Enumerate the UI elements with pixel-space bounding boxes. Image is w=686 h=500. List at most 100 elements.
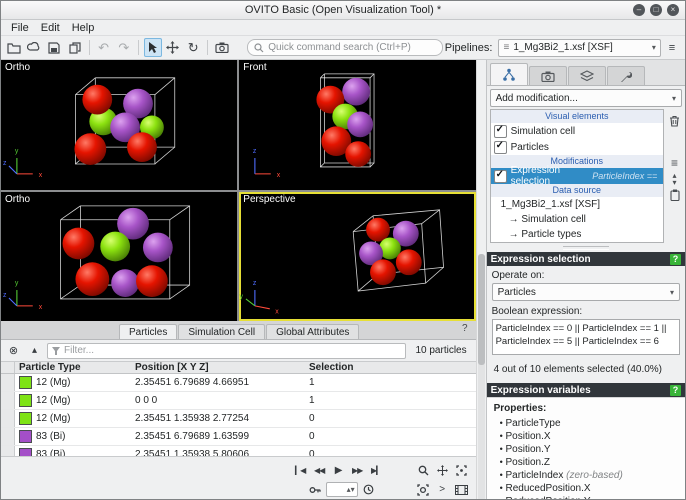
undo-button[interactable]: ↶ [95,38,113,57]
tab-global-attributes[interactable]: Global Attributes [266,324,359,339]
add-modification-dropdown[interactable]: Add modification... ▾ [490,89,682,107]
filter-placeholder: Filter... [64,345,94,356]
viewport-label[interactable]: Ortho [5,194,30,205]
animation-settings-button[interactable] [360,482,377,497]
help-button[interactable]: ? [670,254,681,265]
viewport-perspective[interactable]: Perspective xzy [239,192,475,322]
open-file-button[interactable] [5,38,23,57]
inspector-help-button[interactable]: ? [462,323,468,334]
column-particle-type[interactable]: Particle Type [15,362,131,373]
visibility-checkbox[interactable] [494,141,507,154]
visibility-checkbox[interactable] [494,170,507,183]
table-row[interactable]: 12 (Mg)2.35451 6.79689 4.669511 [1,374,476,392]
pipeline-menu-button[interactable]: ≡ [663,38,681,57]
clear-filter-icon[interactable]: ⊗ [5,343,22,358]
viewport-front[interactable]: Front xz [239,60,475,190]
panel-splitter[interactable] [487,243,685,252]
column-settings-icon[interactable]: ▴ [26,343,43,358]
copy-to-clipboard-button[interactable] [666,187,683,203]
jump-start-button[interactable]: ▎◀ [292,463,309,478]
frame-spinbox[interactable]: ▴▾ [326,482,358,497]
pipelines-label: Pipelines: [445,42,497,54]
select-mode-button[interactable] [144,38,162,57]
visibility-checkbox[interactable] [494,125,507,138]
rotate-mode-button[interactable]: ↻ [184,38,202,57]
move-modifier-button[interactable]: ▴▾ [666,171,683,187]
expression-selection-header[interactable]: Expression selection ? [487,252,685,266]
viewport-canvas[interactable]: xyz [1,60,237,190]
svg-text:z: z [253,148,257,155]
play-button[interactable]: ▶ [330,463,347,478]
menu-edit[interactable]: Edit [35,22,66,34]
tab-simulation-cell[interactable]: Simulation Cell [178,324,265,339]
import-remote-button[interactable] [25,38,43,57]
pipeline-selector[interactable]: ≡ 1_Mg3Bi2_1.xsf [XSF] ▾ [498,39,660,57]
clipboard-icon [670,189,680,201]
command-search-input[interactable]: Quick command search (Ctrl+P) [247,39,442,56]
column-selection[interactable]: Selection [305,362,476,373]
zoom-tool-button[interactable] [415,463,432,478]
viewport-snapshot-button[interactable] [213,38,231,57]
expression-editor[interactable]: ParticleIndex == 0 || ParticleIndex == 1… [492,319,680,355]
menu-help[interactable]: Help [66,22,101,34]
viewport-label[interactable]: Ortho [5,62,30,73]
tab-particles[interactable]: Particles [119,324,177,339]
viewport-label[interactable]: Perspective [243,194,295,205]
table-row[interactable]: 83 (Bi)2.35451 1.35938 5.806060 [1,446,476,456]
playback-controls: ▎◀ ◀◀ ▶ ▶▶ ▶▎ [292,463,385,478]
tab-utilities[interactable] [607,66,645,85]
step-back-button[interactable]: ◀◀ [311,463,328,478]
delete-modifier-button[interactable] [666,113,683,129]
viewport-label[interactable]: Front [243,62,266,73]
render-active-viewport-button[interactable] [415,482,432,497]
move-mode-button[interactable] [164,38,182,57]
jump-end-button[interactable]: ▶▎ [368,463,385,478]
maximize-button[interactable]: □ [650,4,662,16]
tab-overlays[interactable] [568,66,606,85]
main-toolbar: ↶ ↷ ↻ Quick command search (Ctrl+P) Pipe… [1,36,685,60]
viewport-ortho-top-left[interactable]: Ortho xyz [1,60,237,190]
clone-pipeline-button[interactable] [65,38,83,57]
console-button[interactable]: > [434,482,451,497]
save-button[interactable] [45,38,63,57]
expression-variables-header[interactable]: Expression variables ? [487,383,685,397]
table-row[interactable]: 83 (Bi)2.35451 6.79689 1.635990 [1,428,476,446]
viewport-ortho-bottom-left[interactable]: Ortho xyz [1,192,237,322]
step-forward-button[interactable]: ▶▶ [349,463,366,478]
close-button[interactable]: × [667,4,679,16]
tab-modify[interactable] [490,63,528,85]
pipeline-item-simulation-cell[interactable]: Simulation cell [491,123,663,139]
auto-key-button[interactable] [307,482,324,497]
modifier-menu-button[interactable]: ≡ [666,155,683,171]
menu-file[interactable]: File [5,22,35,34]
table-row[interactable]: 12 (Mg)2.35451 1.35938 2.772540 [1,410,476,428]
viewport-canvas[interactable]: xz [239,60,475,190]
pipeline-item-source-simulation-cell[interactable]: → Simulation cell [491,212,663,227]
variable-item: • Position.Z [500,456,678,469]
table-header: Particle Type Position [X Y Z] Selection [1,362,476,374]
pipeline-item-expression-selection[interactable]: Expression selection ParticleIndex == 0.… [491,168,663,184]
scrollbar-track[interactable] [478,254,485,500]
scrollbar-thumb[interactable] [478,254,485,365]
help-button[interactable]: ? [670,385,681,396]
render-row: ▴▾ > [7,482,470,497]
type-color-swatch [19,376,32,389]
table-row[interactable]: 12 (Mg)0 0 01 [1,392,476,410]
viewport-canvas[interactable]: xzy [239,192,475,322]
redo-button[interactable]: ↷ [115,38,133,57]
zoom-fit-button[interactable] [453,463,470,478]
render-animation-button[interactable] [453,482,470,497]
operate-on-dropdown[interactable]: Particles ▾ [492,283,680,301]
filter-input[interactable]: Filter... [47,343,406,359]
minimize-button[interactable]: – [633,4,645,16]
pipeline-item-source-file[interactable]: 1_Mg3Bi2_1.xsf [XSF] [491,197,663,212]
funnel-icon [52,347,60,355]
svg-text:x: x [39,304,43,311]
pan-tool-button[interactable] [434,463,451,478]
viewport-canvas[interactable]: xyz [1,192,237,322]
tab-render[interactable] [529,66,567,85]
column-position[interactable]: Position [X Y Z] [131,362,305,373]
pipeline-item-particles[interactable]: Particles [491,139,663,155]
pipeline-item-source-particle-types[interactable]: → Particle types [491,227,663,242]
cloud-icon [27,42,41,53]
